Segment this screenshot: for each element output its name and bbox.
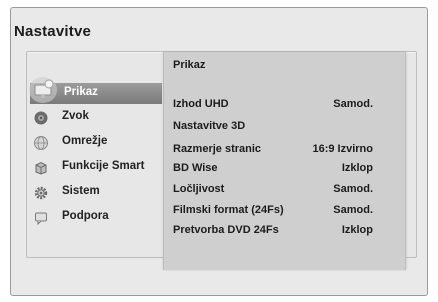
setting-razmerje-stranic[interactable]: Razmerje stranic 16:9 Izvirno [173,143,373,158]
setting-nastavitve-3d[interactable]: Nastavitve 3D [173,120,373,135]
setting-label: Izhod UHD [173,98,229,110]
display-submenu: Prikaz Izhod UHD Samod. Nastavitve 3D Ra… [163,52,406,270]
setting-label: Razmerje stranic [173,143,262,155]
display-icon [28,75,58,105]
setting-locljivost[interactable]: Ločljivost Samod. [173,183,373,198]
support-icon [34,211,48,226]
setting-value: 16:9 Izvirno [312,143,373,155]
menu-item-funkcije-smart[interactable]: Funkcije Smart [34,157,162,179]
menu-item-label: Podpora [62,210,109,222]
setting-label: Pretvorba DVD 24Fs [173,224,279,236]
menu-item-sistem[interactable]: Sistem [34,182,162,204]
gear-icon [34,186,48,200]
page-title: Nastavitve [14,23,92,40]
setting-bd-wise[interactable]: BD Wise Izklop [173,162,373,177]
menu-item-omrezje[interactable]: Omrežje [34,132,162,154]
menu-item-zvok[interactable]: Zvok [34,107,162,129]
setting-filmski-format[interactable]: Filmski format (24Fs) Samod. [173,204,373,219]
network-icon [34,136,48,150]
setting-pretvorba-dvd[interactable]: Pretvorba DVD 24Fs Izklop [173,224,373,239]
menu-item-label: Sistem [62,185,100,197]
setting-label: Filmski format (24Fs) [173,204,284,216]
menu-item-label: Zvok [62,110,89,122]
menu-item-label: Prikaz [64,86,98,98]
setting-label: BD Wise [173,162,218,174]
submenu-title: Prikaz [173,59,206,71]
setting-value: Samod. [333,98,373,110]
setting-label: Nastavitve 3D [173,120,246,132]
sound-icon [34,111,48,125]
menu-item-podpora[interactable]: Podpora [34,207,162,229]
setting-value: Samod. [333,183,373,195]
menu-item-label: Funkcije Smart [62,160,145,172]
setting-izhod-uhd[interactable]: Izhod UHD Samod. [173,98,373,113]
menu-item-prikaz[interactable]: Prikaz [29,77,162,104]
smart-icon [34,161,48,175]
setting-value: Samod. [333,204,373,216]
menu-item-label: Omrežje [62,135,108,147]
setting-value: Izklop [341,162,373,174]
setting-value: Izklop [341,224,373,236]
setting-label: Ločljivost [173,183,225,195]
